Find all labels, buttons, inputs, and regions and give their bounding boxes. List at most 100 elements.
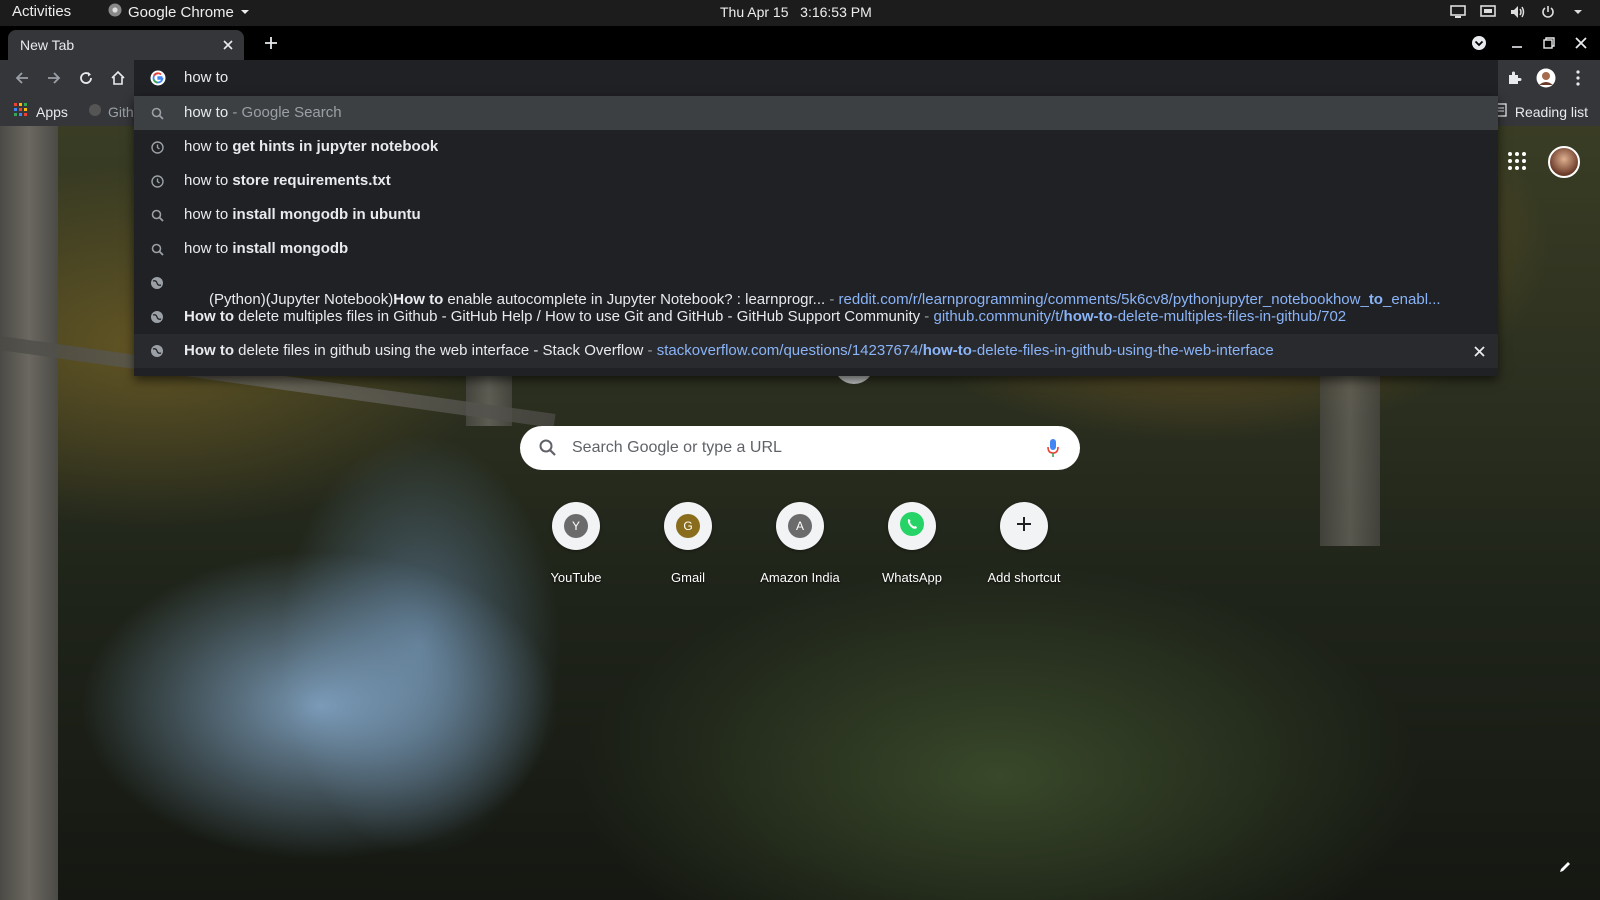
- plus-icon: [1016, 516, 1032, 537]
- system-top-bar: Activities Google Chrome Thu Apr 15 3:16…: [0, 0, 1600, 26]
- url-bold: how-to: [1063, 308, 1113, 325]
- suggestion-url-text: stackoverflow.com/questions/14237674/how…: [657, 342, 1274, 359]
- shortcut-tile: G: [664, 502, 712, 550]
- suggestion-separator: -: [643, 342, 657, 359]
- minimize-icon[interactable]: [1508, 34, 1526, 52]
- tab-title: New Tab: [20, 37, 75, 53]
- chevron-down-icon: [240, 4, 250, 21]
- clock[interactable]: Thu Apr 15 3:16:53 PM: [720, 4, 872, 20]
- shortcut-label: Amazon India: [760, 570, 840, 585]
- microphone-icon[interactable]: [1046, 438, 1060, 458]
- profile-avatar[interactable]: [1536, 68, 1556, 88]
- url-part: stackoverflow.com/questions/14237674/: [656, 342, 923, 359]
- github-icon: [88, 103, 102, 120]
- reading-list-label: Reading list: [1514, 103, 1588, 120]
- tab-new-tab[interactable]: New Tab: [8, 30, 244, 60]
- shortcut-amazon-india[interactable]: A Amazon India: [744, 502, 856, 592]
- suggestion-url[interactable]: How to delete files in github using the …: [134, 334, 1498, 368]
- restore-icon[interactable]: [1540, 34, 1558, 52]
- extensions-puzzle-icon[interactable]: [1504, 68, 1524, 88]
- whatsapp-icon: [899, 511, 925, 542]
- bookmark-apps-label: Apps: [36, 103, 68, 120]
- suggestion-url[interactable]: How to delete multiples files in Github …: [134, 300, 1498, 334]
- tab-search-icon[interactable]: [1470, 34, 1488, 52]
- suggestion-title-bold: How to: [184, 308, 234, 325]
- shortcut-label: WhatsApp: [882, 570, 942, 585]
- home-icon[interactable]: [108, 68, 128, 88]
- shortcut-tile: [1000, 502, 1048, 550]
- shortcut-letter: Y: [564, 514, 588, 538]
- omnibox-suggestions: how to - Google Search how to get hints …: [134, 96, 1498, 376]
- ntp-search-box[interactable]: Search Google or type a URL: [520, 426, 1080, 470]
- chevron-down-icon[interactable]: [1570, 4, 1586, 20]
- suggestion-separator: -: [920, 308, 934, 325]
- close-window-icon[interactable]: [1572, 34, 1590, 52]
- suggestion-history[interactable]: how to get hints in jupyter notebook: [134, 130, 1498, 164]
- activities-button[interactable]: Activities: [12, 3, 71, 20]
- suggestion-text: how to: [184, 138, 233, 155]
- omnibox[interactable]: how to: [134, 60, 1498, 96]
- suggestion-url-text: github.community/t/how-to-delete-multipl…: [933, 308, 1346, 325]
- bookmark-github[interactable]: Gith: [88, 103, 134, 120]
- tab-strip: New Tab: [0, 26, 1600, 60]
- search-icon: [150, 106, 164, 120]
- app-name: Google Chrome: [128, 3, 234, 21]
- omnibox-input[interactable]: how to: [184, 69, 228, 86]
- shortcut-letter: A: [788, 514, 812, 538]
- suggestion-url[interactable]: (Python)(Jupyter Notebook)How to enable …: [134, 266, 1498, 308]
- forward-arrow-icon[interactable]: [44, 68, 64, 88]
- globe-icon: [150, 310, 164, 324]
- shortcut-whatsapp[interactable]: WhatsApp: [856, 502, 968, 592]
- app-menu[interactable]: Google Chrome: [108, 3, 250, 21]
- search-icon: [150, 208, 164, 222]
- url-bold: how-to: [922, 342, 972, 359]
- suggestion-text: how to: [184, 104, 229, 121]
- reload-icon[interactable]: [76, 68, 96, 88]
- suggestion-history[interactable]: how to store requirements.txt: [134, 164, 1498, 198]
- shortcut-label: Gmail: [671, 570, 705, 585]
- apps-grid-icon: [14, 103, 28, 120]
- volume-icon[interactable]: [1510, 4, 1526, 20]
- suggestion-title-rest: delete files in github using the web int…: [234, 342, 644, 359]
- network-icon[interactable]: [1480, 4, 1496, 20]
- system-tray[interactable]: [1450, 4, 1586, 20]
- globe-icon: [150, 344, 164, 358]
- chrome-icon: [108, 3, 122, 21]
- bookmark-apps[interactable]: Apps: [14, 103, 68, 120]
- suggestion-text: how to: [184, 206, 233, 223]
- ntp-account-avatar[interactable]: [1548, 146, 1580, 178]
- tree-trunk: [0, 126, 58, 900]
- suggestion-search[interactable]: how to install mongodb in ubuntu: [134, 198, 1498, 232]
- new-tab-button[interactable]: [262, 34, 280, 52]
- screen-share-icon[interactable]: [1450, 4, 1466, 20]
- globe-icon: [150, 276, 164, 290]
- shortcut-tile: A: [776, 502, 824, 550]
- customize-pencil-icon[interactable]: [1558, 860, 1576, 878]
- close-tab-icon[interactable]: [220, 37, 236, 53]
- url-part: -delete-multiples-files-in-github/702: [1112, 308, 1347, 325]
- suggestion-search[interactable]: how to - Google Search: [134, 96, 1498, 130]
- suggestion-completion: get hints in jupyter notebook: [232, 138, 439, 155]
- power-icon[interactable]: [1540, 4, 1556, 20]
- history-clock-icon: [150, 174, 164, 188]
- suggestion-completion: install mongodb: [232, 240, 349, 257]
- reading-list-button[interactable]: Reading list: [1495, 103, 1588, 120]
- remove-suggestion-icon[interactable]: [1472, 344, 1486, 358]
- more-menu-icon[interactable]: [1568, 68, 1588, 88]
- suggestion-text: how to: [184, 240, 233, 257]
- google-g-icon: [150, 70, 166, 86]
- shortcut-tile: [888, 502, 936, 550]
- shortcut-gmail[interactable]: G Gmail: [632, 502, 744, 592]
- shortcut-letter: G: [676, 514, 700, 538]
- google-apps-icon[interactable]: [1508, 152, 1526, 170]
- url-part: github.community/t/: [933, 308, 1064, 325]
- suggestion-search[interactable]: how to install mongodb: [134, 232, 1498, 266]
- shortcut-youtube[interactable]: Y YouTube: [520, 502, 632, 592]
- add-shortcut-button[interactable]: Add shortcut: [968, 502, 1080, 592]
- shortcut-label: Add shortcut: [987, 570, 1061, 585]
- suggestion-title-rest: delete multiples files in Github - GitHu…: [234, 308, 921, 325]
- suggestion-suffix: - Google Search: [228, 104, 342, 121]
- search-icon: [150, 242, 164, 256]
- back-arrow-icon[interactable]: [12, 68, 32, 88]
- suggestion-title-bold: How to: [184, 342, 234, 359]
